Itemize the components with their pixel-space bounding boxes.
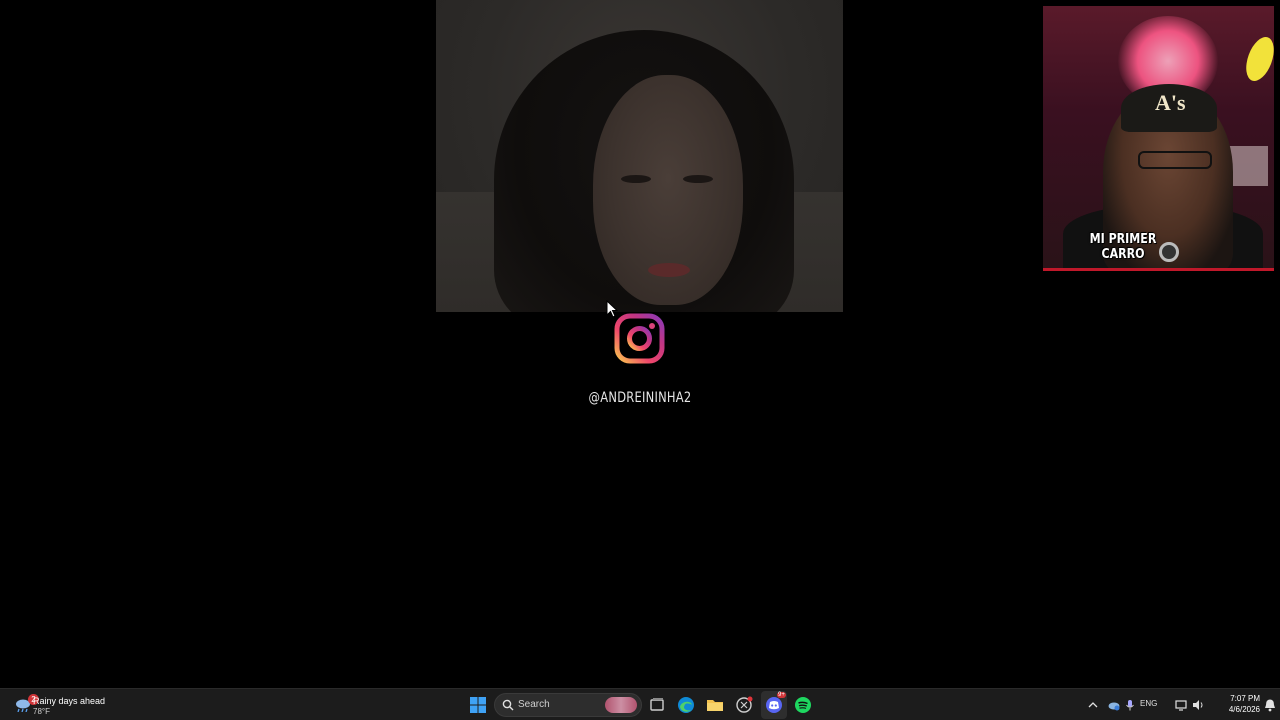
network-icon[interactable] — [1174, 698, 1188, 712]
instagram-handle: @ANDREININHA2 — [588, 390, 692, 406]
weather-widget[interactable]: 2 Rainy days ahead 78°F — [10, 692, 140, 718]
video-subject-face — [593, 75, 743, 305]
discord-icon[interactable] — [764, 695, 784, 715]
video-subject-eye — [683, 175, 713, 183]
system-tray: ENG 7:07 PM 4/6/2026 — [1080, 689, 1280, 720]
clock-date: 4/6/2026 — [1228, 705, 1260, 714]
desktop: @ANDREININHA2 A's MI PRIMER CARRO 2 Rain… — [0, 0, 1280, 720]
microphone-icon[interactable] — [1123, 698, 1137, 712]
task-view-icon[interactable] — [647, 695, 667, 715]
instagram-icon — [614, 313, 665, 364]
webcam-caption: MI PRIMER CARRO — [1089, 232, 1157, 262]
language-indicator[interactable]: ENG — [1140, 699, 1157, 708]
weather-temperature: 78°F — [33, 707, 50, 716]
weather-title: Rainy days ahead — [33, 696, 106, 706]
clock-time: 7:07 PM — [1230, 694, 1260, 703]
chevron-up-icon[interactable] — [1086, 698, 1100, 712]
webcam-overlay: A's MI PRIMER CARRO — [1043, 6, 1274, 271]
snipping-tool-icon[interactable] — [734, 695, 754, 715]
video-subject-lips — [648, 263, 690, 277]
clock[interactable]: 7:07 PM 4/6/2026 — [1210, 693, 1260, 715]
taskbar-search-box[interactable]: Search — [494, 693, 642, 717]
search-highlight-image — [605, 697, 637, 713]
video-frame[interactable] — [436, 0, 843, 312]
onedrive-icon[interactable] — [1107, 698, 1121, 712]
edge-browser-icon[interactable] — [676, 695, 696, 715]
streamer-glasses — [1138, 151, 1212, 169]
volume-icon[interactable] — [1191, 698, 1205, 712]
search-label: Search — [518, 699, 550, 710]
notification-bell-icon[interactable] — [1264, 698, 1276, 712]
windows-start-icon[interactable] — [468, 695, 488, 715]
discord-badge: 9+ — [777, 692, 786, 698]
taskbar: 2 Rainy days ahead 78°F Search 9+ ENG 7:… — [0, 688, 1280, 720]
search-icon — [502, 699, 514, 711]
video-subject-eye — [621, 175, 651, 183]
wheel-icon — [1159, 242, 1179, 262]
file-explorer-icon[interactable] — [705, 695, 725, 715]
cap-logo: A's — [1155, 90, 1186, 115]
mouse-cursor-icon — [606, 300, 618, 318]
spotify-icon[interactable] — [793, 695, 813, 715]
banana-decor — [1240, 33, 1274, 85]
